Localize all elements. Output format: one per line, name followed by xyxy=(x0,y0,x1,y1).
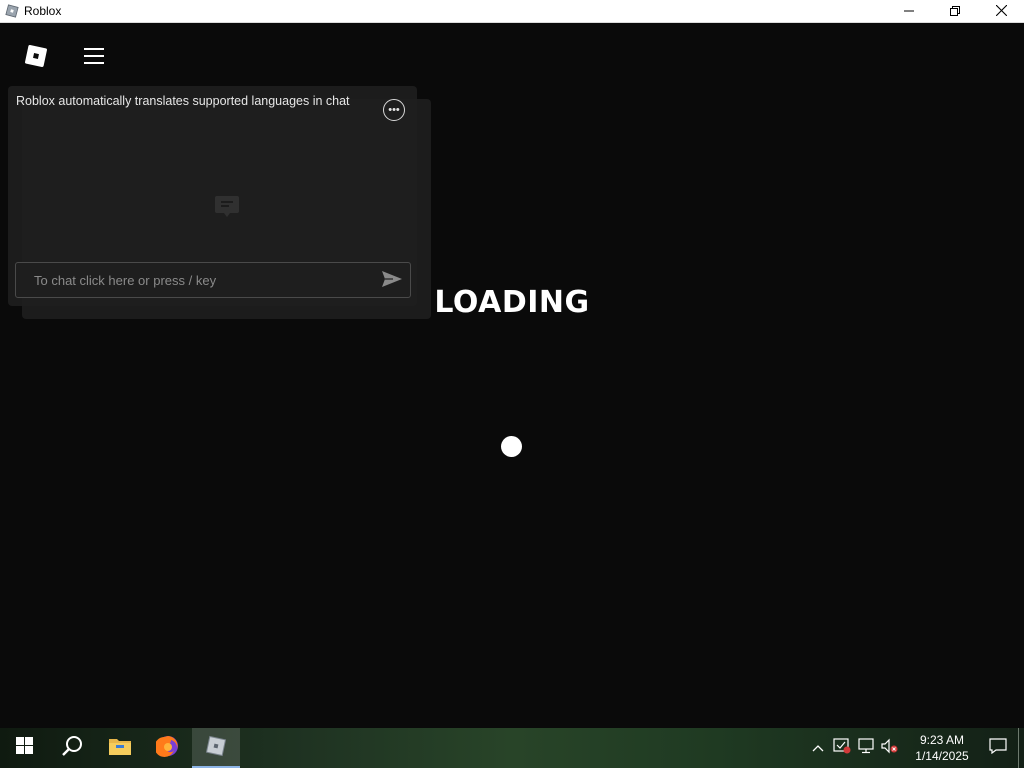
chat-window: Roblox automatically translates supporte… xyxy=(8,86,417,306)
search-icon xyxy=(61,735,83,762)
more-options-icon: ••• xyxy=(388,103,400,116)
game-viewport[interactable]: Roblox automatically translates supporte… xyxy=(0,23,1024,728)
roblox-menu-button[interactable] xyxy=(14,36,58,80)
taskbar-clock[interactable]: 9:23 AM 1/14/2025 xyxy=(906,728,978,768)
clock-time: 9:23 AM xyxy=(919,733,965,747)
clock-date: 1/14/2025 xyxy=(915,749,969,763)
windows-start-icon xyxy=(15,737,33,759)
system-tray: 9:23 AM 1/14/2025 xyxy=(806,728,1024,768)
loading-spinner xyxy=(501,436,522,457)
action-center-button[interactable] xyxy=(978,728,1018,768)
show-hidden-icons-button[interactable] xyxy=(806,728,830,768)
file-explorer-icon xyxy=(108,736,132,761)
window-controls xyxy=(886,0,1024,23)
tray-security[interactable] xyxy=(830,728,854,768)
security-warning-icon xyxy=(833,737,851,759)
volume-muted-icon xyxy=(881,738,899,759)
network-icon xyxy=(857,737,875,759)
taskbar: 9:23 AM 1/14/2025 xyxy=(0,728,1024,768)
chat-more-options-button[interactable]: ••• xyxy=(383,99,405,121)
taskbar-firefox[interactable] xyxy=(144,728,192,768)
chevron-up-icon xyxy=(812,739,824,757)
loading-text: LOADING xyxy=(434,285,590,320)
minimize-icon xyxy=(904,3,914,21)
roblox-icon xyxy=(5,4,19,18)
restore-button[interactable] xyxy=(932,0,978,23)
search-button[interactable] xyxy=(48,728,96,768)
roblox-icon xyxy=(204,734,228,763)
start-button[interactable] xyxy=(0,728,48,768)
chat-system-message: Roblox automatically translates supporte… xyxy=(16,94,350,108)
show-desktop-button[interactable] xyxy=(1018,728,1024,768)
close-icon xyxy=(995,3,1007,21)
roblox-hud xyxy=(14,36,431,319)
action-center-icon xyxy=(989,737,1007,759)
firefox-icon xyxy=(154,734,180,763)
window-titlebar: Roblox xyxy=(0,0,1024,23)
restore-icon xyxy=(950,3,960,21)
hamburger-menu-icon xyxy=(83,47,105,70)
taskbar-file-explorer[interactable] xyxy=(96,728,144,768)
window-title: Roblox xyxy=(24,4,62,18)
roblox-logo-icon xyxy=(23,43,49,74)
taskbar-roblox[interactable] xyxy=(192,728,240,768)
close-button[interactable] xyxy=(978,0,1024,23)
settings-menu-button[interactable] xyxy=(72,36,116,80)
minimize-button[interactable] xyxy=(886,0,932,23)
tray-network[interactable] xyxy=(854,728,878,768)
tray-volume[interactable] xyxy=(878,728,902,768)
